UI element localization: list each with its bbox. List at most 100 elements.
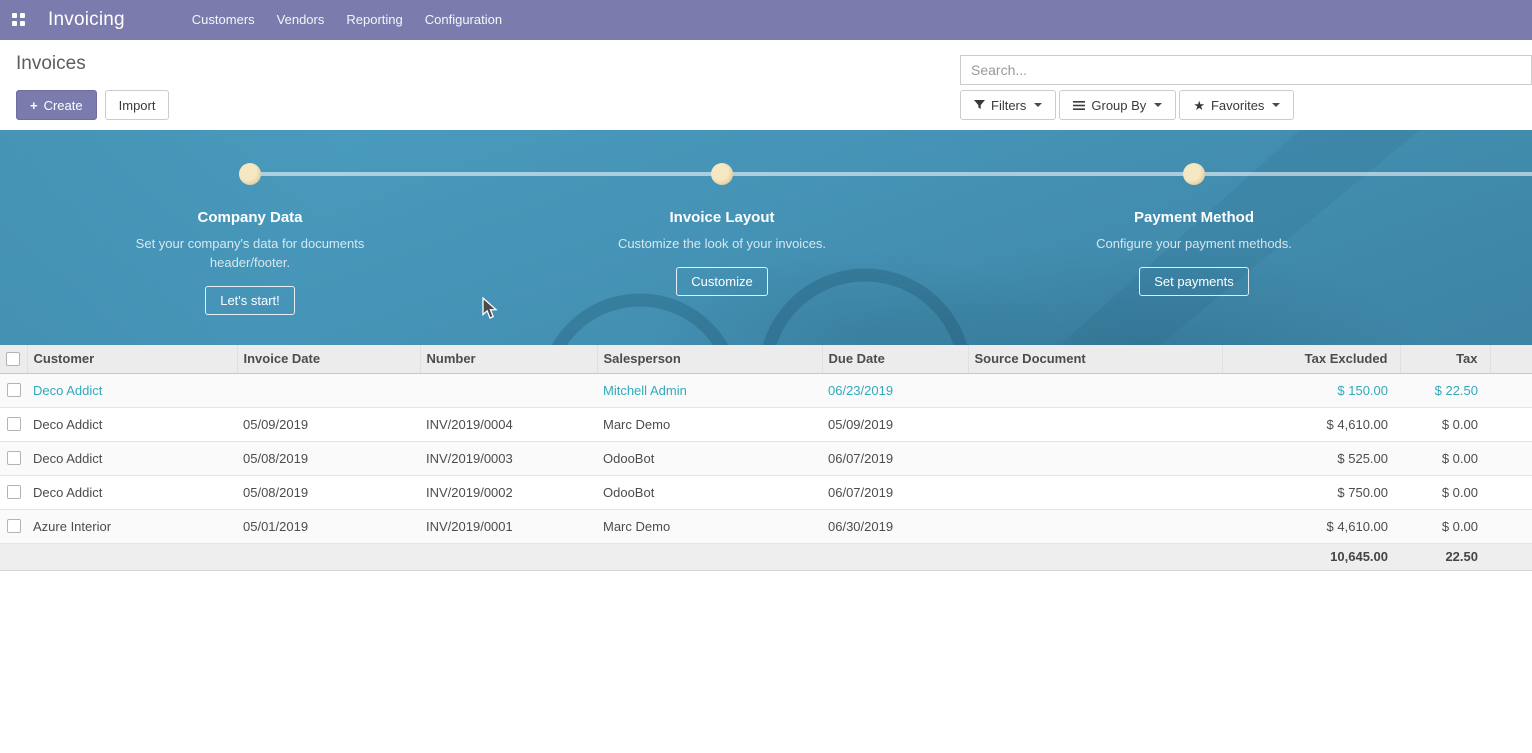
- table-row[interactable]: Deco Addict Mitchell Admin06/23/2019 $ 150…: [0, 373, 1532, 407]
- column-header-tax[interactable]: Tax: [1400, 345, 1490, 373]
- cell-tax_excluded[interactable]: $ 4,610.00: [1222, 407, 1400, 441]
- onboarding-banner: Company Data Set your company's data for…: [0, 130, 1532, 345]
- cell-filler: [1490, 407, 1532, 441]
- row-checkbox[interactable]: [7, 519, 21, 533]
- customize-button[interactable]: Customize: [676, 267, 767, 296]
- table-row[interactable]: Deco Addict05/09/2019INV/2019/0004Marc D…: [0, 407, 1532, 441]
- cell-invoice_date[interactable]: 05/08/2019: [237, 441, 420, 475]
- step-description: Customize the look of your invoices.: [592, 234, 852, 253]
- onboarding-step-invoice-layout: Invoice Layout Customize the look of you…: [486, 130, 958, 296]
- search-input[interactable]: [960, 55, 1532, 85]
- group-by-button[interactable]: Group By: [1059, 90, 1176, 120]
- cell-tax[interactable]: $ 0.00: [1400, 475, 1490, 509]
- select-all-checkbox[interactable]: [6, 352, 20, 366]
- row-checkbox[interactable]: [7, 451, 21, 465]
- cell-number[interactable]: INV/2019/0004: [420, 407, 597, 441]
- column-header-number[interactable]: Number: [420, 345, 597, 373]
- cell-source_document[interactable]: [968, 475, 1222, 509]
- step-description: Configure your payment methods.: [1064, 234, 1324, 253]
- chevron-down-icon: [1154, 103, 1162, 107]
- set-payments-button[interactable]: Set payments: [1139, 267, 1249, 296]
- lets-start-button[interactable]: Let's start!: [205, 286, 295, 315]
- column-header-source_document[interactable]: Source Document: [968, 345, 1222, 373]
- cell-customer[interactable]: Deco Addict: [27, 441, 237, 475]
- table-row[interactable]: Deco Addict05/08/2019INV/2019/0002OdooBo…: [0, 475, 1532, 509]
- favorites-button[interactable]: ★ Favorites: [1179, 90, 1294, 120]
- cell-number[interactable]: INV/2019/0002: [420, 475, 597, 509]
- row-checkbox[interactable]: [7, 417, 21, 431]
- table-header: CustomerInvoice DateNumberSalespersonDue…: [0, 345, 1532, 373]
- step-title: Company Data: [14, 209, 486, 226]
- cell-filler: [1490, 441, 1532, 475]
- cell-due_date[interactable]: 06/07/2019: [822, 475, 968, 509]
- cell-invoice_date[interactable]: [237, 373, 420, 407]
- cell-salesperson[interactable]: Marc Demo: [597, 407, 822, 441]
- plus-icon: +: [30, 98, 38, 113]
- cell-salesperson[interactable]: OdooBot: [597, 441, 822, 475]
- control-panel: Invoices + Create Import Filters Group B…: [0, 40, 1532, 130]
- cell-tax_excluded[interactable]: $ 4,610.00: [1222, 509, 1400, 543]
- cell-customer[interactable]: Deco Addict: [27, 475, 237, 509]
- cell-due_date[interactable]: 06/23/2019: [822, 373, 968, 407]
- menu-reporting[interactable]: Reporting: [335, 0, 413, 40]
- cell-source_document[interactable]: [968, 441, 1222, 475]
- cell-salesperson[interactable]: Marc Demo: [597, 509, 822, 543]
- cell-number[interactable]: INV/2019/0001: [420, 509, 597, 543]
- menu-vendors[interactable]: Vendors: [266, 0, 336, 40]
- cell-tax_excluded[interactable]: $ 750.00: [1222, 475, 1400, 509]
- cell-customer[interactable]: Deco Addict: [27, 407, 237, 441]
- step-dot: [711, 163, 733, 185]
- cell-salesperson[interactable]: OdooBot: [597, 475, 822, 509]
- column-header-customer[interactable]: Customer: [27, 345, 237, 373]
- onboarding-step-payment-method: Payment Method Configure your payment me…: [958, 130, 1430, 296]
- row-checkbox[interactable]: [7, 383, 21, 397]
- step-description: Set your company's data for documents he…: [120, 234, 380, 272]
- app-brand[interactable]: Invoicing: [48, 9, 125, 31]
- import-button[interactable]: Import: [105, 90, 170, 120]
- invoice-list-table: CustomerInvoice DateNumberSalespersonDue…: [0, 345, 1532, 571]
- top-navbar: Invoicing Customers Vendors Reporting Co…: [0, 0, 1532, 40]
- cell-filler: [1490, 475, 1532, 509]
- cell-tax[interactable]: $ 0.00: [1400, 509, 1490, 543]
- cell-tax[interactable]: $ 0.00: [1400, 441, 1490, 475]
- menu-configuration[interactable]: Configuration: [414, 0, 513, 40]
- cell-number[interactable]: INV/2019/0003: [420, 441, 597, 475]
- row-checkbox[interactable]: [7, 485, 21, 499]
- column-header-salesperson[interactable]: Salesperson: [597, 345, 822, 373]
- table-row[interactable]: Deco Addict05/08/2019INV/2019/0003OdooBo…: [0, 441, 1532, 475]
- table-footer: 10,645.0022.50: [0, 543, 1532, 570]
- cell-filler: [1490, 509, 1532, 543]
- footer-tax-total: 22.50: [1400, 543, 1490, 570]
- cell-due_date[interactable]: 06/07/2019: [822, 441, 968, 475]
- filters-button[interactable]: Filters: [960, 90, 1056, 120]
- cell-tax[interactable]: $ 0.00: [1400, 407, 1490, 441]
- group-by-bars-icon: [1073, 100, 1085, 111]
- cell-salesperson[interactable]: Mitchell Admin: [597, 373, 822, 407]
- create-button[interactable]: + Create: [16, 90, 97, 120]
- cell-source_document[interactable]: [968, 373, 1222, 407]
- cell-due_date[interactable]: 06/30/2019: [822, 509, 968, 543]
- menu-customers[interactable]: Customers: [181, 0, 266, 40]
- footer-filler: [1490, 543, 1532, 570]
- cell-source_document[interactable]: [968, 407, 1222, 441]
- cell-number[interactable]: [420, 373, 597, 407]
- column-header-due_date[interactable]: Due Date: [822, 345, 968, 373]
- cell-invoice_date[interactable]: 05/08/2019: [237, 475, 420, 509]
- cell-invoice_date[interactable]: 05/01/2019: [237, 509, 420, 543]
- cell-tax_excluded[interactable]: $ 150.00: [1222, 373, 1400, 407]
- apps-grid-icon[interactable]: [12, 13, 26, 27]
- cell-due_date[interactable]: 05/09/2019: [822, 407, 968, 441]
- cell-customer[interactable]: Azure Interior: [27, 509, 237, 543]
- footer-tax-excluded-total: 10,645.00: [1222, 543, 1400, 570]
- step-dot: [1183, 163, 1205, 185]
- cell-tax_excluded[interactable]: $ 525.00: [1222, 441, 1400, 475]
- cell-customer[interactable]: Deco Addict: [27, 373, 237, 407]
- chevron-down-icon: [1272, 103, 1280, 107]
- page-title: Invoices: [16, 53, 86, 75]
- column-header-invoice_date[interactable]: Invoice Date: [237, 345, 420, 373]
- column-header-tax_excluded[interactable]: Tax Excluded: [1222, 345, 1400, 373]
- cell-source_document[interactable]: [968, 509, 1222, 543]
- cell-tax[interactable]: $ 22.50: [1400, 373, 1490, 407]
- cell-invoice_date[interactable]: 05/09/2019: [237, 407, 420, 441]
- table-row[interactable]: Azure Interior05/01/2019INV/2019/0001Mar…: [0, 509, 1532, 543]
